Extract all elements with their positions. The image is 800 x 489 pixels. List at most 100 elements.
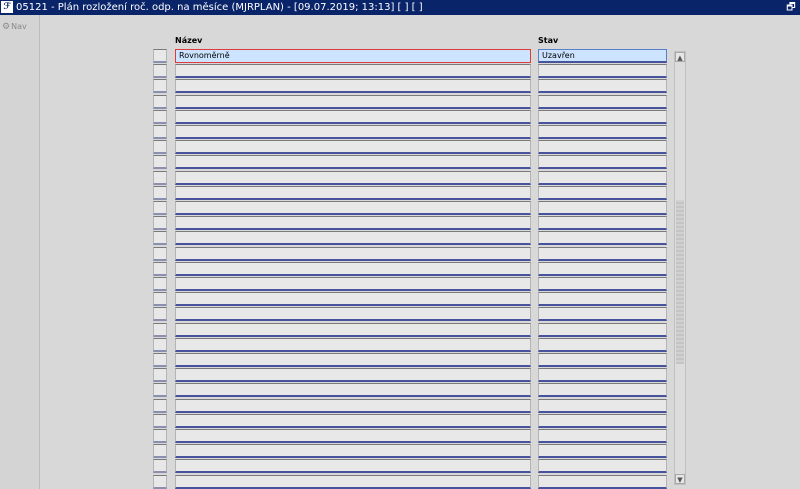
stav-field[interactable] xyxy=(538,399,667,413)
nazev-field[interactable] xyxy=(175,444,531,458)
stav-field[interactable] xyxy=(538,323,667,337)
stav-field[interactable]: Uzavřen xyxy=(538,49,667,63)
row-selector[interactable] xyxy=(153,186,167,200)
row-selector[interactable] xyxy=(153,399,167,413)
row-selector[interactable] xyxy=(153,216,167,230)
restore-window-icon[interactable]: 🗗 xyxy=(784,0,798,15)
stav-field[interactable] xyxy=(538,459,667,473)
nazev-field[interactable] xyxy=(175,262,531,276)
nazev-field[interactable] xyxy=(175,140,531,154)
window-title: 05121 - Plán rozložení roč. odp. na měsí… xyxy=(16,2,423,13)
stav-field[interactable] xyxy=(538,338,667,352)
stav-field[interactable] xyxy=(538,368,667,382)
row-selector[interactable] xyxy=(153,247,167,261)
row-selector[interactable] xyxy=(153,459,167,473)
row-selector[interactable] xyxy=(153,140,167,154)
stav-field[interactable] xyxy=(538,414,667,428)
row-selector[interactable] xyxy=(153,201,167,215)
stav-field[interactable] xyxy=(538,475,667,489)
stav-field[interactable] xyxy=(538,231,667,245)
nazev-field[interactable] xyxy=(175,110,531,124)
stav-field[interactable] xyxy=(538,110,667,124)
stav-field[interactable] xyxy=(538,277,667,291)
stav-field[interactable] xyxy=(538,64,667,78)
row-selector[interactable] xyxy=(153,353,167,367)
nazev-field[interactable] xyxy=(175,79,531,93)
nazev-field[interactable] xyxy=(175,307,531,321)
nazev-field[interactable] xyxy=(175,323,531,337)
row-selector[interactable] xyxy=(153,307,167,321)
stav-field[interactable] xyxy=(538,262,667,276)
stav-field[interactable] xyxy=(538,125,667,139)
nazev-field[interactable] xyxy=(175,353,531,367)
nazev-field[interactable] xyxy=(175,125,531,139)
column-header-nazev: Název xyxy=(175,36,203,45)
stav-field[interactable] xyxy=(538,216,667,230)
nazev-field[interactable] xyxy=(175,459,531,473)
app-icon: ℱ xyxy=(1,1,13,13)
nazev-field[interactable] xyxy=(175,429,531,443)
nazev-field[interactable]: Rovnoměrně xyxy=(175,49,531,63)
stav-field[interactable] xyxy=(538,186,667,200)
row-selector[interactable] xyxy=(153,155,167,169)
row-selector[interactable] xyxy=(153,171,167,185)
nazev-field[interactable] xyxy=(175,475,531,489)
nazev-field[interactable] xyxy=(175,414,531,428)
row-selector[interactable] xyxy=(153,277,167,291)
nazev-field[interactable] xyxy=(175,201,531,215)
nazev-field[interactable] xyxy=(175,64,531,78)
nazev-field[interactable] xyxy=(175,383,531,397)
nazev-field[interactable] xyxy=(175,171,531,185)
nazev-field[interactable] xyxy=(175,231,531,245)
scroll-thumb[interactable] xyxy=(676,200,684,364)
row-selector[interactable] xyxy=(153,110,167,124)
row-selector[interactable] xyxy=(153,125,167,139)
title-bar: ℱ 05121 - Plán rozložení roč. odp. na mě… xyxy=(0,0,800,15)
stav-field[interactable] xyxy=(538,444,667,458)
row-selector[interactable] xyxy=(153,262,167,276)
stav-field[interactable] xyxy=(538,383,667,397)
row-selector[interactable] xyxy=(153,64,167,78)
scroll-up-icon[interactable]: ▲ xyxy=(675,52,685,62)
row-selector[interactable] xyxy=(153,383,167,397)
nazev-field[interactable] xyxy=(175,292,531,306)
nazev-field[interactable] xyxy=(175,186,531,200)
row-selector[interactable] xyxy=(153,95,167,109)
nav-label: Nav xyxy=(11,22,27,31)
stav-field[interactable] xyxy=(538,79,667,93)
stav-field[interactable] xyxy=(538,155,667,169)
row-selector[interactable] xyxy=(153,475,167,489)
stav-field[interactable] xyxy=(538,247,667,261)
stav-field[interactable] xyxy=(538,353,667,367)
scroll-down-icon[interactable]: ▼ xyxy=(675,474,685,484)
nazev-field[interactable] xyxy=(175,247,531,261)
row-selector[interactable] xyxy=(153,79,167,93)
row-selector[interactable] xyxy=(153,414,167,428)
column-header-stav: Stav xyxy=(538,36,559,45)
stav-field[interactable] xyxy=(538,292,667,306)
stav-field[interactable] xyxy=(538,429,667,443)
stav-field[interactable] xyxy=(538,307,667,321)
row-selector[interactable] xyxy=(153,368,167,382)
nazev-field[interactable] xyxy=(175,95,531,109)
nazev-field[interactable] xyxy=(175,155,531,169)
row-selector[interactable] xyxy=(153,338,167,352)
row-selector[interactable] xyxy=(153,444,167,458)
stav-field[interactable] xyxy=(538,171,667,185)
nazev-field[interactable] xyxy=(175,216,531,230)
row-selector[interactable] xyxy=(153,292,167,306)
row-selector[interactable] xyxy=(153,429,167,443)
nav-panel: ⚙Nav xyxy=(0,15,40,489)
nav-button[interactable]: ⚙Nav xyxy=(2,22,27,32)
stav-field[interactable] xyxy=(538,140,667,154)
stav-field[interactable] xyxy=(538,95,667,109)
row-selector[interactable] xyxy=(153,49,167,63)
row-selector[interactable] xyxy=(153,323,167,337)
stav-field[interactable] xyxy=(538,201,667,215)
nazev-field[interactable] xyxy=(175,368,531,382)
nazev-field[interactable] xyxy=(175,277,531,291)
vertical-scrollbar[interactable]: ▲ ▼ xyxy=(674,51,686,485)
row-selector[interactable] xyxy=(153,231,167,245)
nazev-field[interactable] xyxy=(175,399,531,413)
nazev-field[interactable] xyxy=(175,338,531,352)
